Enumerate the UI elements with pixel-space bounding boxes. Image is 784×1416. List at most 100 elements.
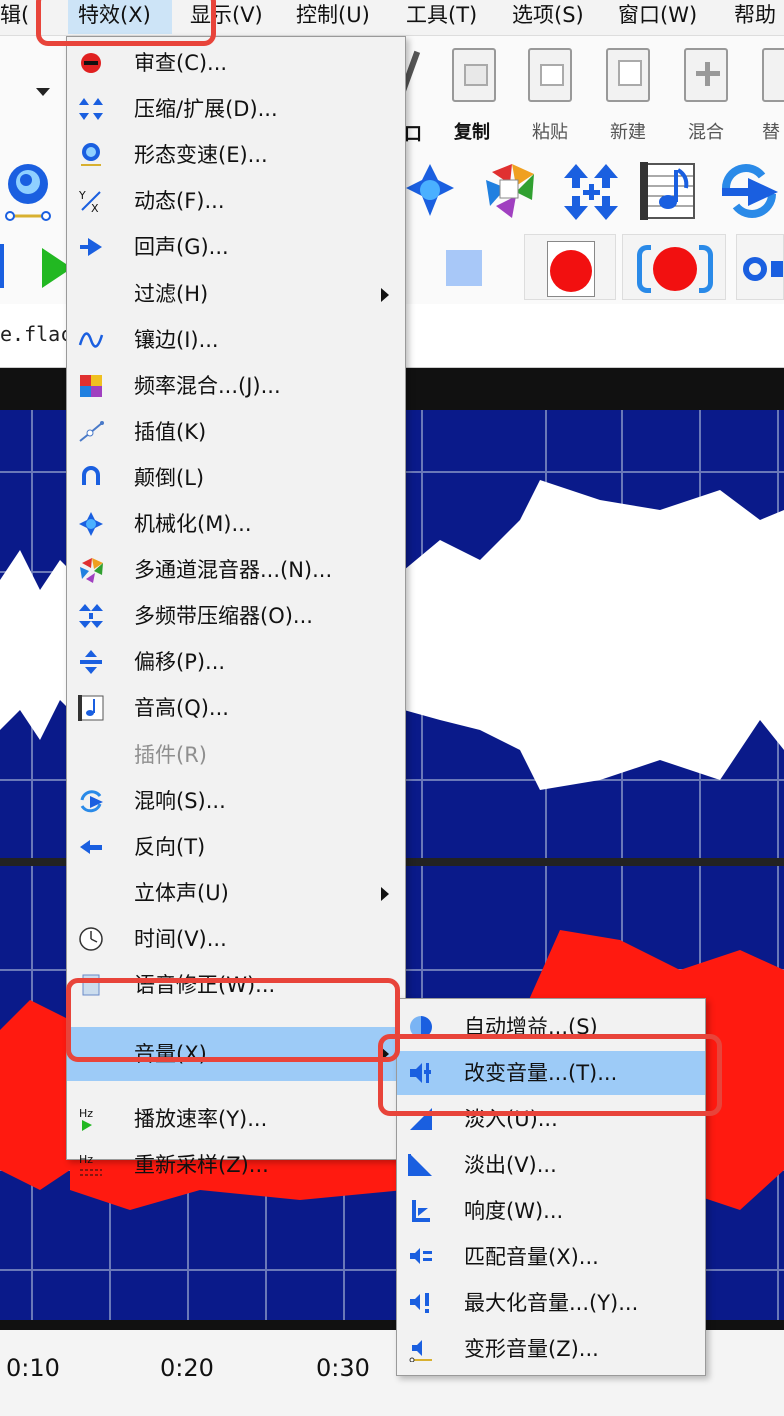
menu-item[interactable]: 匹配音量(X)...	[397, 1235, 705, 1279]
menu-item-label: 自动增益...(S)	[464, 1015, 598, 1039]
record-loop-icon	[637, 241, 713, 297]
clock-icon	[77, 925, 105, 953]
mix-button[interactable]: 混合	[674, 48, 738, 144]
menu-item[interactable]: 形态变速(E)...	[67, 133, 405, 177]
mechanize-toolbar-button[interactable]	[404, 162, 456, 220]
menu-item[interactable]: 改变音量...(T)...	[397, 1051, 705, 1095]
menu-item[interactable]: 反向(T)	[67, 825, 405, 869]
multiband-toolbar-button[interactable]	[560, 162, 622, 222]
menu-item[interactable]: 最大化音量...(Y)...	[397, 1281, 705, 1325]
menu-item[interactable]: Y X 动态(F)...	[67, 179, 405, 223]
menu-item-label: 形态变速(E)...	[134, 143, 268, 168]
pitch-icon	[640, 162, 695, 220]
menu-item[interactable]: 多频带压缩器(O)...	[67, 594, 405, 638]
menu-item[interactable]: 混响(S)...	[67, 779, 405, 823]
censor-icon	[77, 49, 105, 77]
submenu-arrow-icon	[381, 1047, 389, 1061]
menu-item-label: 语音修正(W)...	[134, 973, 276, 997]
menu-item-label: 混响(S)...	[134, 788, 226, 813]
reverse-icon	[77, 833, 105, 861]
menu-item[interactable]: 淡入(U)...	[397, 1097, 705, 1141]
menu-item[interactable]: 回声(G)...	[67, 225, 405, 269]
menu-edit[interactable]: 辑(	[0, 0, 29, 34]
menu-item-label: 机械化(M)...	[134, 512, 252, 536]
menu-item[interactable]: Hz 播放速率(Y)...	[67, 1097, 405, 1141]
maximize-volume-icon	[407, 1289, 435, 1317]
menu-item[interactable]: 镶边(I)...	[67, 318, 405, 362]
chevron-down-icon[interactable]	[36, 88, 50, 96]
menu-item: 插件(R)	[67, 733, 405, 777]
reverb-icon	[77, 787, 105, 815]
menu-item-label: 淡出(V)...	[464, 1153, 557, 1177]
multiband-compressor-icon	[564, 164, 618, 220]
extra-button[interactable]: 替	[752, 48, 784, 144]
frequency-mix-icon	[77, 372, 105, 400]
multichannel-toolbar-button[interactable]	[482, 162, 538, 220]
ruler-tick: 0:20	[160, 1354, 214, 1382]
copy-button[interactable]: 复制	[440, 48, 504, 144]
menu-item[interactable]: 音高(Q)...	[67, 686, 405, 730]
svg-text:X: X	[91, 202, 99, 214]
svg-text:Hz: Hz	[79, 1107, 93, 1120]
morph-icon	[5, 164, 51, 221]
menu-item[interactable]: 多通道混音器...(N)...	[67, 548, 405, 592]
svg-text:Hz: Hz	[79, 1153, 93, 1166]
reverb-toolbar-button[interactable]	[718, 162, 780, 220]
morph-toolbar-button[interactable]	[4, 160, 52, 224]
menu-item-label: 淡入(U)...	[464, 1107, 558, 1131]
menu-item-label: 匹配音量(X)...	[464, 1245, 599, 1269]
ruler-tick: 0:10	[6, 1354, 60, 1382]
fade-out-icon	[407, 1151, 435, 1179]
loop-icon	[743, 257, 767, 281]
menu-item[interactable]: 变形音量(Z)...	[397, 1327, 705, 1371]
menu-item-label: 音高(Q)...	[134, 696, 229, 721]
menu-item[interactable]: 语音修正(W)...	[67, 963, 405, 1007]
menu-item[interactable]: 自动增益...(S)	[397, 1005, 705, 1049]
menu-item[interactable]: 音量(X)	[67, 1027, 405, 1081]
menu-options[interactable]: 选项(S)	[512, 0, 584, 34]
volume-submenu: 自动增益...(S) 改变音量...(T)... 淡入(U)... 淡出(V)... 响…	[396, 998, 706, 1376]
offset-icon	[77, 648, 105, 676]
new-button[interactable]: 新建	[596, 48, 660, 144]
menu-window[interactable]: 窗口(W)	[618, 0, 697, 34]
menu-item[interactable]: 机械化(M)...	[67, 502, 405, 546]
menu-item[interactable]: 频率混合...(J)...	[67, 364, 405, 408]
menu-item-label: 过滤(H)	[134, 281, 209, 306]
menu-item[interactable]: 响度(W)...	[397, 1189, 705, 1233]
pitch-toolbar-button[interactable]	[640, 162, 696, 220]
menu-item[interactable]: 过滤(H)	[67, 272, 405, 316]
loop-button[interactable]	[736, 234, 784, 300]
menu-item[interactable]: 审查(C)...	[67, 41, 405, 85]
menu-item[interactable]: Hz 重新采样(Z)...	[67, 1143, 405, 1187]
menu-item-label: 压缩/扩展(D)...	[134, 97, 278, 122]
record-loop-button[interactable]	[622, 234, 726, 300]
menu-item-label: 回声(G)...	[134, 235, 229, 260]
menu-item[interactable]: 压缩/扩展(D)...	[67, 87, 405, 131]
menu-control[interactable]: 控制(U)	[296, 0, 370, 34]
menu-item[interactable]: 淡出(V)...	[397, 1143, 705, 1187]
new-icon	[606, 48, 650, 102]
paste-button[interactable]: 粘贴	[518, 48, 582, 144]
menu-item[interactable]: 颠倒(L)	[67, 456, 405, 500]
menu-help[interactable]: 帮助	[734, 0, 776, 34]
stop-icon[interactable]	[446, 250, 482, 286]
submenu-arrow-icon	[381, 287, 389, 302]
menu-item-label: 音量(X)	[134, 1042, 207, 1066]
menu-item[interactable]: 立体声(U)	[67, 871, 405, 915]
match-volume-icon	[407, 1243, 435, 1271]
menu-item[interactable]: 时间(V)...	[67, 917, 405, 961]
menu-item-label: 时间(V)...	[134, 926, 227, 951]
morph-icon	[77, 141, 105, 169]
menu-effects[interactable]: 特效(X)	[68, 0, 172, 34]
loudness-icon	[407, 1197, 435, 1225]
record-button[interactable]	[524, 234, 616, 300]
extra-icon	[762, 48, 784, 102]
submenu-arrow-icon	[381, 886, 389, 901]
menu-item[interactable]: 偏移(P)...	[67, 640, 405, 684]
menu-item[interactable]: 插值(K)	[67, 410, 405, 454]
menu-item-label: 偏移(P)...	[134, 650, 226, 675]
menu-tools[interactable]: 工具(T)	[406, 0, 477, 34]
change-volume-icon	[407, 1059, 435, 1087]
menu-item-label: 多频带压缩器(O)...	[134, 604, 313, 629]
menu-view[interactable]: 显示(V)	[190, 0, 263, 34]
